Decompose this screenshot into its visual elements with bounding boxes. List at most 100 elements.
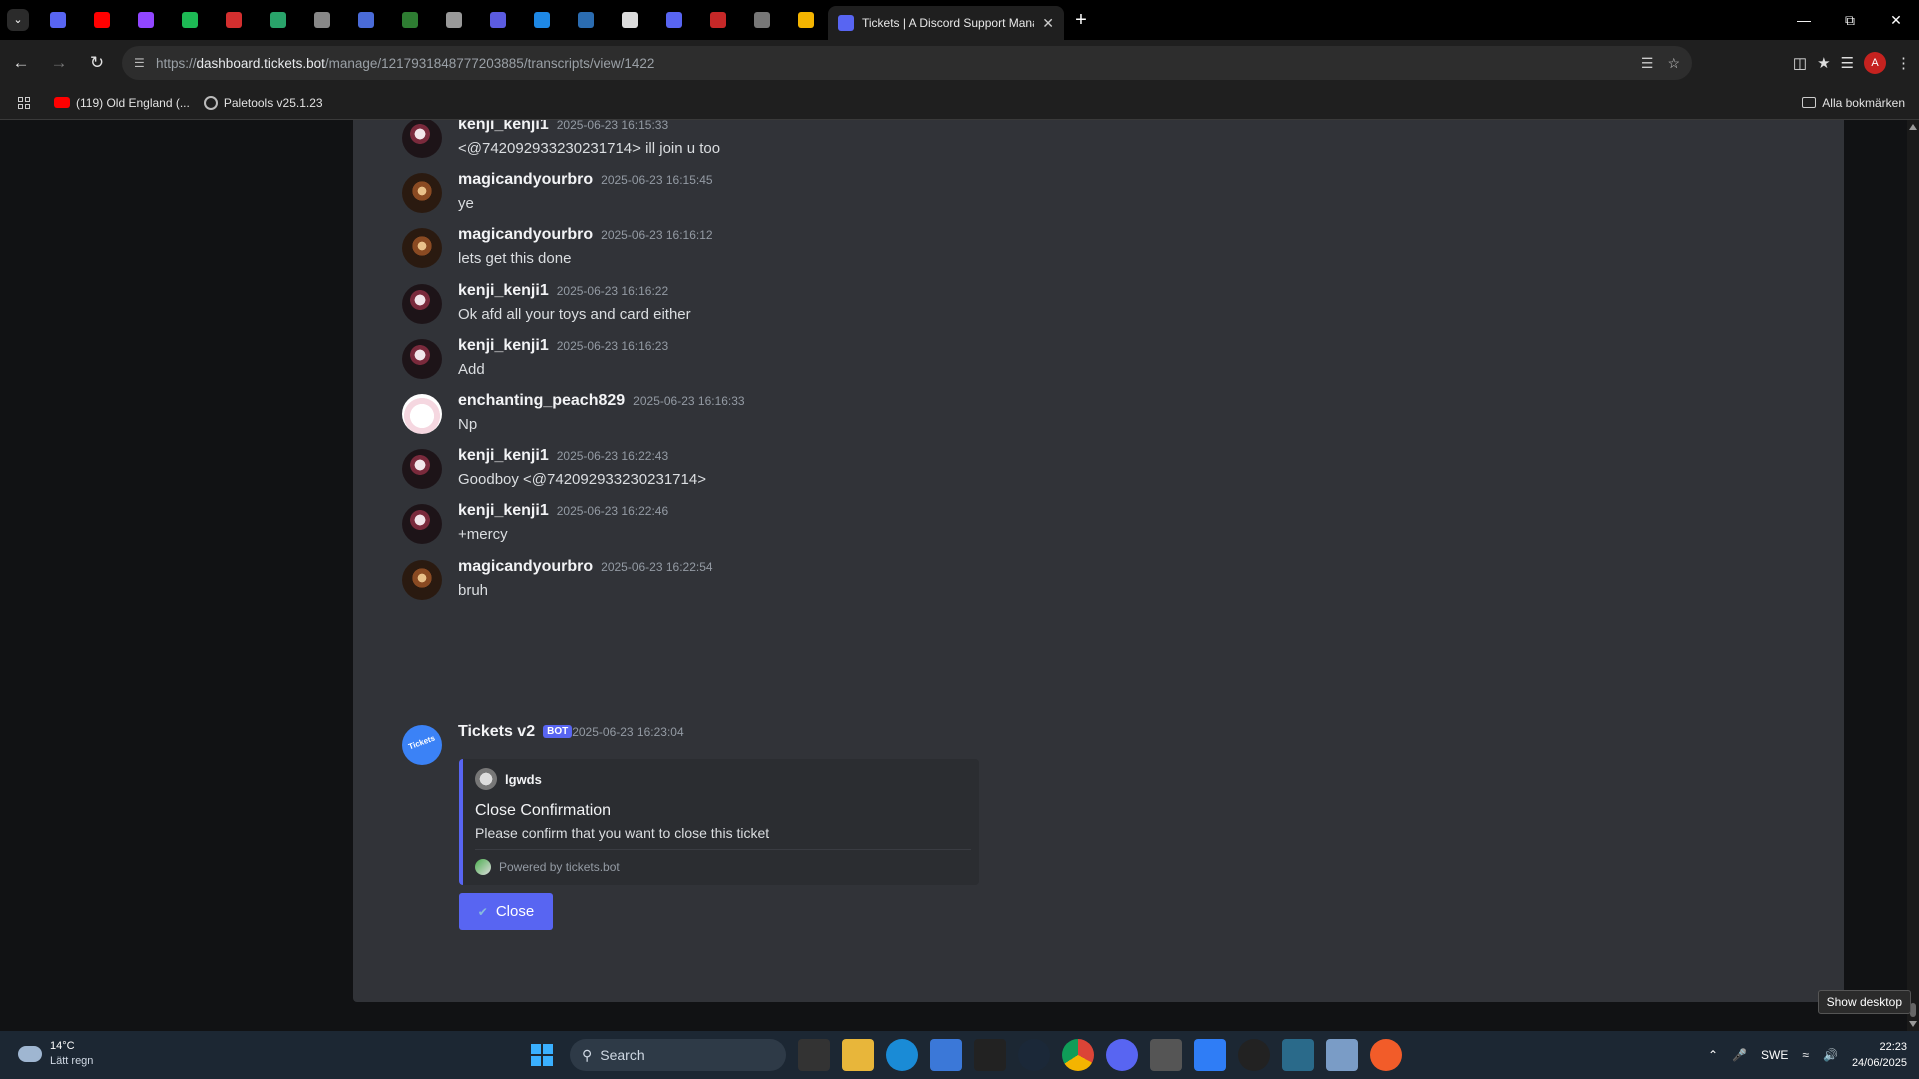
- user-avatar[interactable]: [402, 394, 442, 434]
- message-author[interactable]: Tickets v2: [458, 723, 535, 741]
- message-author[interactable]: kenji_kenji1: [458, 337, 549, 355]
- paint-icon[interactable]: [1194, 1039, 1226, 1071]
- user-avatar[interactable]: [402, 338, 442, 379]
- pinned-tab[interactable]: [80, 0, 124, 40]
- bookmark-item[interactable]: Paletools v25.1.23: [203, 95, 323, 110]
- close-ticket-button[interactable]: ✔ Close: [459, 893, 553, 930]
- store-icon[interactable]: [930, 1039, 962, 1071]
- close-window-button[interactable]: ✕: [1873, 0, 1919, 40]
- scroll-up-arrow-icon[interactable]: [1909, 124, 1917, 130]
- message-author[interactable]: kenji_kenji1: [458, 502, 549, 520]
- message-author[interactable]: kenji_kenji1: [458, 282, 549, 300]
- pinned-tab[interactable]: [696, 0, 740, 40]
- translate-icon[interactable]: ☰: [1641, 55, 1654, 72]
- chevron-up-icon[interactable]: ⌃: [1708, 1048, 1718, 1062]
- user-avatar[interactable]: [402, 173, 442, 214]
- pinned-tab[interactable]: [256, 0, 300, 40]
- user-avatar[interactable]: [402, 504, 442, 545]
- wifi-icon[interactable]: ≈: [1802, 1048, 1809, 1062]
- apps-grid-icon[interactable]: [18, 96, 30, 109]
- profile-avatar[interactable]: A: [1864, 52, 1886, 74]
- page-scrollbar[interactable]: [1907, 120, 1919, 1031]
- pinned-tab[interactable]: [124, 0, 168, 40]
- site-info-icon[interactable]: ☰: [134, 56, 156, 70]
- back-button[interactable]: ←: [4, 46, 38, 80]
- media-controls-icon[interactable]: ☰: [1841, 54, 1854, 72]
- address-bar[interactable]: ☰ https://dashboard.tickets.bot/manage/1…: [122, 46, 1692, 80]
- pinned-tab[interactable]: [212, 0, 256, 40]
- user-avatar[interactable]: [402, 283, 442, 324]
- clock[interactable]: 22:23 24/06/2025: [1852, 1039, 1907, 1071]
- embed-description: Please confirm that you want to close th…: [475, 825, 770, 841]
- pinned-tab[interactable]: [740, 0, 784, 40]
- message: kenji_kenji1 2025-06-23 16:15:33 <@7420929…: [402, 120, 1802, 174]
- window-controls: — ⧉ ✕: [1781, 0, 1919, 40]
- message-content: <@742092933230231714> ill join u too: [458, 140, 721, 157]
- steam-icon[interactable]: [1018, 1039, 1050, 1071]
- all-bookmarks-button[interactable]: Alla bokmärken: [1802, 96, 1905, 110]
- pinned-tab[interactable]: [344, 0, 388, 40]
- pinned-tab[interactable]: [608, 0, 652, 40]
- raft-game-icon[interactable]: [1282, 1039, 1314, 1071]
- pinned-tab[interactable]: [168, 0, 212, 40]
- volume-icon[interactable]: 🔊: [1823, 1048, 1838, 1062]
- file-explorer-icon[interactable]: [842, 1039, 874, 1071]
- message-author[interactable]: magicandyourbro: [458, 226, 593, 244]
- pinned-tab[interactable]: [388, 0, 432, 40]
- chrome-icon[interactable]: [1062, 1039, 1094, 1071]
- menu-kebab-icon[interactable]: ⋮: [1896, 54, 1911, 72]
- microphone-icon[interactable]: 🎤: [1732, 1048, 1747, 1062]
- message-author[interactable]: magicandyourbro: [458, 558, 593, 576]
- task-view-icon[interactable]: [798, 1039, 830, 1071]
- pinned-tab[interactable]: [784, 0, 828, 40]
- pinned-tab[interactable]: [564, 0, 608, 40]
- new-tab-button[interactable]: +: [1064, 9, 1098, 32]
- edge-icon[interactable]: [886, 1039, 918, 1071]
- checkmark-icon: ✔: [477, 904, 488, 919]
- embed-title: Close Confirmation: [475, 802, 612, 819]
- bookmark-item[interactable]: (119) Old England (...: [54, 96, 190, 110]
- message-timestamp: 2025-06-23 16:16:22: [556, 283, 669, 298]
- user-avatar[interactable]: [402, 559, 442, 600]
- pinned-tab[interactable]: [520, 0, 564, 40]
- message-author[interactable]: kenji_kenji1: [458, 120, 549, 134]
- message: kenji_kenji1 2025-06-23 16:22:43 Goodboy <…: [402, 447, 1802, 505]
- user-avatar[interactable]: [402, 228, 442, 269]
- rain-cloud-icon: [18, 1046, 42, 1062]
- message: magicandyourbro 2025-06-23 16:15:45 ye: [402, 171, 1802, 229]
- reading-list-icon[interactable]: ★: [1817, 54, 1830, 72]
- pinned-tab[interactable]: [300, 0, 344, 40]
- pinned-tab[interactable]: [476, 0, 520, 40]
- close-tab-icon[interactable]: ✕: [1042, 15, 1054, 32]
- scroll-down-arrow-icon[interactable]: [1909, 1021, 1917, 1027]
- user-avatar[interactable]: [402, 120, 442, 158]
- user-avatar[interactable]: [402, 449, 442, 490]
- language-indicator[interactable]: SWE: [1761, 1048, 1788, 1062]
- weather-widget[interactable]: 14°C Lätt regn: [18, 1039, 93, 1069]
- bookmark-star-icon[interactable]: ☆: [1667, 55, 1680, 72]
- restore-button[interactable]: ⧉: [1827, 0, 1873, 40]
- pinned-tab[interactable]: [432, 0, 476, 40]
- pinned-tab[interactable]: [36, 0, 80, 40]
- reload-button[interactable]: ↻: [80, 46, 114, 80]
- discord-icon[interactable]: [1106, 1039, 1138, 1071]
- message-author[interactable]: kenji_kenji1: [458, 447, 549, 465]
- web-icon: [446, 12, 462, 28]
- pinned-tab[interactable]: [652, 0, 696, 40]
- forward-button[interactable]: →: [42, 46, 76, 80]
- photo-app-icon[interactable]: [1326, 1039, 1358, 1071]
- tab-active[interactable]: Tickets | A Discord Support Manager ✕: [828, 6, 1064, 40]
- extensions-icon[interactable]: ◫: [1793, 54, 1807, 72]
- message-author[interactable]: magicandyourbro: [458, 171, 593, 189]
- wdc-icon: [226, 12, 242, 28]
- taskbar-search[interactable]: ⚲ Search: [570, 1039, 786, 1071]
- message-author[interactable]: enchanting_peach829: [458, 392, 625, 410]
- tab-search-button[interactable]: ⌄: [0, 0, 36, 40]
- mouse-icon[interactable]: [1150, 1039, 1182, 1071]
- message-timestamp: 2025-06-23 16:22:54: [601, 559, 713, 574]
- start-button[interactable]: [526, 1039, 558, 1071]
- ea-app-icon[interactable]: [1370, 1039, 1402, 1071]
- paw-app-icon[interactable]: [1238, 1039, 1270, 1071]
- minimize-button[interactable]: —: [1781, 0, 1827, 40]
- epic-games-icon[interactable]: [974, 1039, 1006, 1071]
